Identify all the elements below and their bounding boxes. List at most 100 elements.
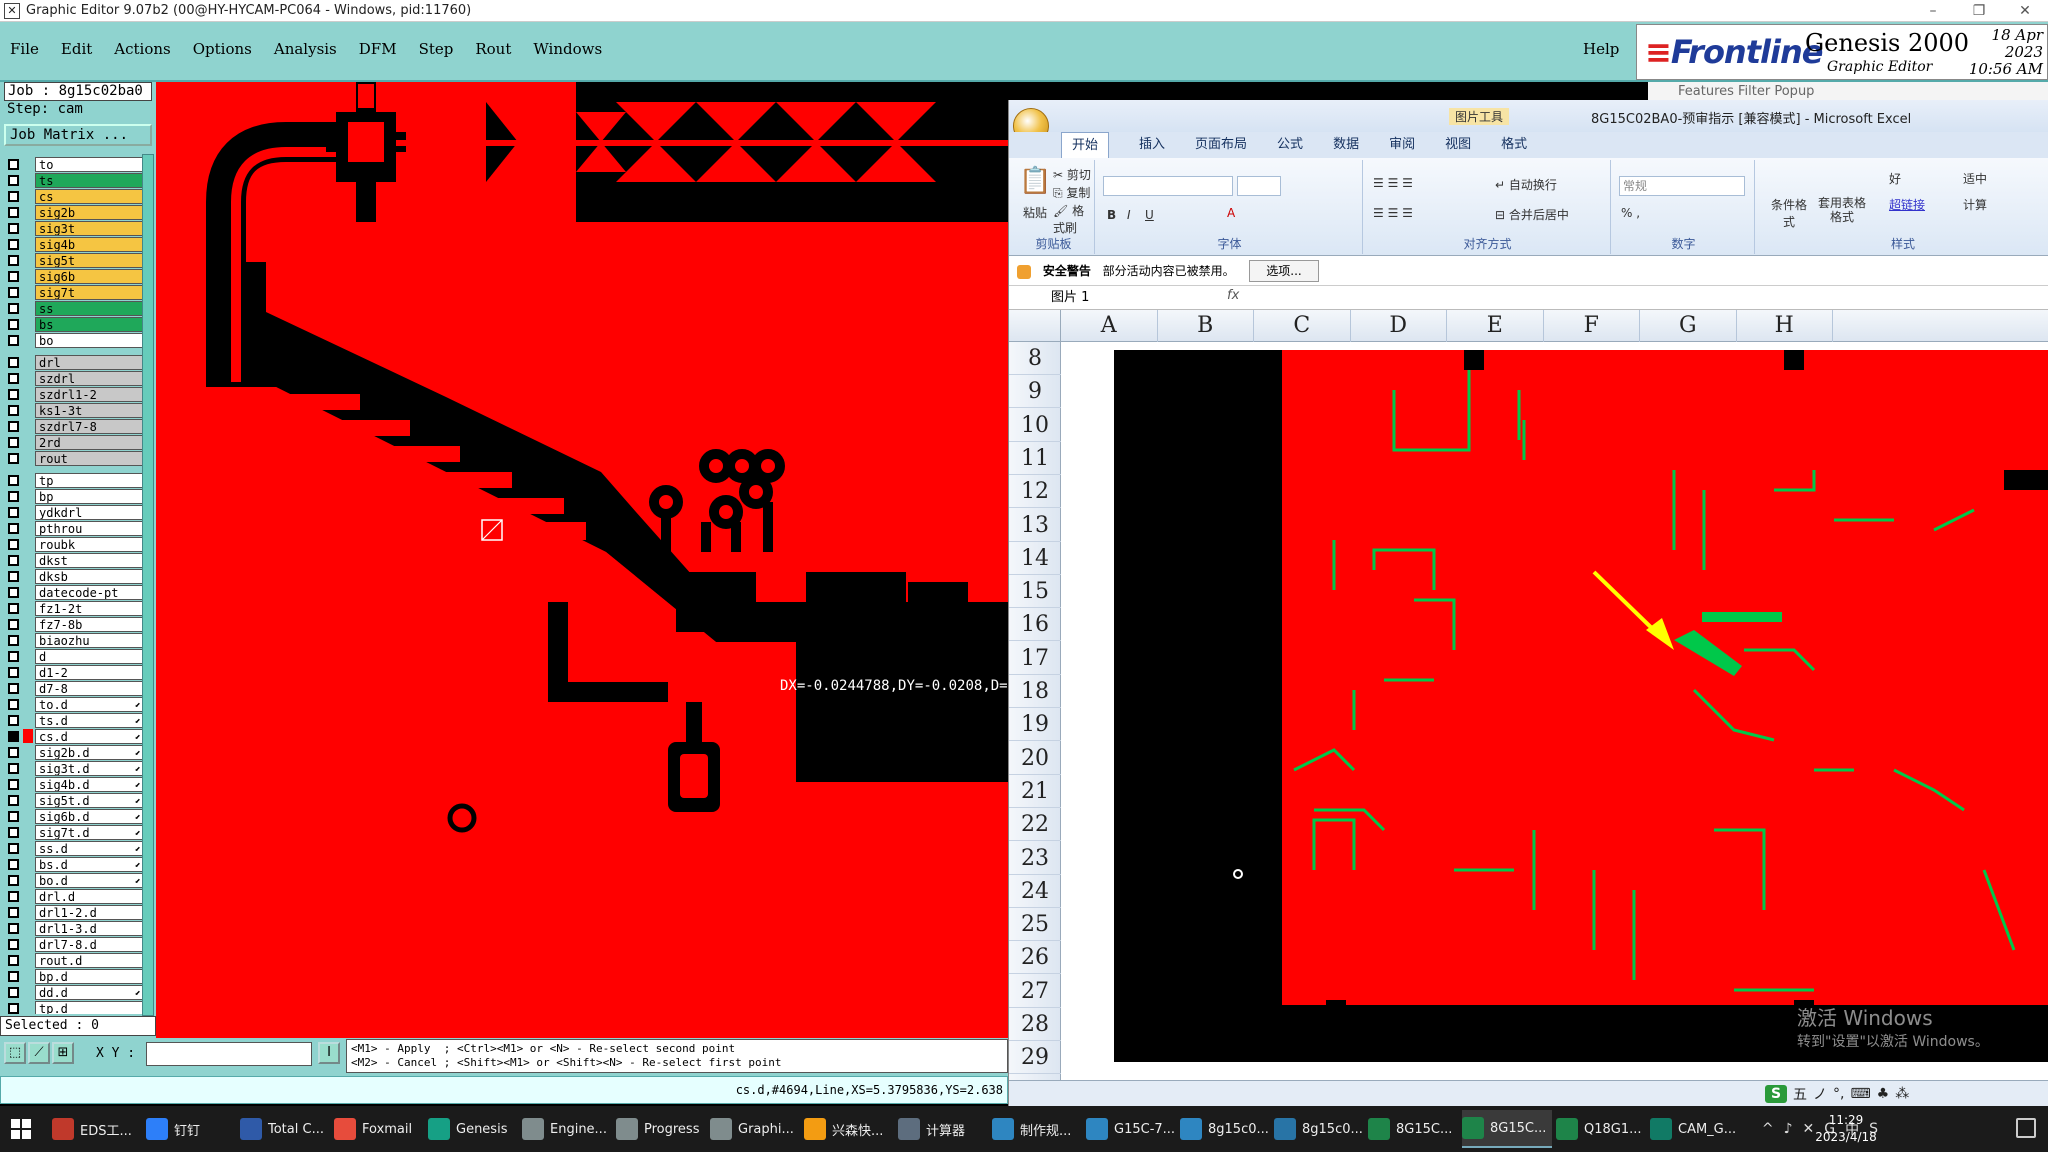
menu-help[interactable]: Help xyxy=(1583,40,1619,58)
fx-icon[interactable]: fx xyxy=(1227,288,1239,303)
style-neutral[interactable]: 适中 xyxy=(1963,170,1987,187)
layer-name[interactable]: sig4b.d ⬋ xyxy=(35,776,144,792)
layer-checkbox[interactable] xyxy=(8,238,19,250)
menu-item-dfm[interactable]: DFM xyxy=(359,40,397,58)
style-good[interactable]: 好 xyxy=(1889,170,1901,187)
layer-row[interactable]: ts.d ⬋ xyxy=(4,712,144,728)
layer-row[interactable]: drl1-2.d xyxy=(4,904,144,920)
layer-checkbox[interactable] xyxy=(8,890,19,902)
layer-row[interactable]: tp.d xyxy=(4,1000,144,1014)
bold-icon[interactable]: B xyxy=(1107,208,1116,222)
layer-name[interactable]: sig5t.d ⬋ xyxy=(35,792,144,808)
layer-checkbox[interactable] xyxy=(8,922,19,934)
layer-row[interactable]: bs.d ⬋ xyxy=(4,856,144,872)
layer-row[interactable]: sig5t xyxy=(4,252,144,268)
taskbar-app[interactable]: 兴森快... xyxy=(804,1110,894,1148)
layer-checkbox[interactable] xyxy=(8,158,19,170)
layer-row[interactable]: pthrou xyxy=(4,520,144,536)
ribbon-tab[interactable]: 开始 xyxy=(1061,132,1110,158)
layer-name[interactable]: d1-2 xyxy=(35,664,144,680)
menu-item-edit[interactable]: Edit xyxy=(61,40,92,58)
layer-name[interactable]: bo xyxy=(35,332,144,348)
layer-row[interactable]: dd.d ⬋ xyxy=(4,984,144,1000)
taskbar-clock[interactable]: 11:29 2023/4/18 xyxy=(1796,1112,1896,1146)
layer-name[interactable]: ydkdrl xyxy=(35,504,144,520)
copy-button[interactable]: ⎘ 复制 xyxy=(1053,184,1090,201)
layer-name[interactable]: ss xyxy=(35,300,144,316)
taskbar-app[interactable]: 钉钉 xyxy=(146,1110,236,1148)
layer-row[interactable]: 2rd xyxy=(4,434,144,450)
menu-item-analysis[interactable]: Analysis xyxy=(274,40,337,58)
layer-name[interactable]: tp.d xyxy=(35,1000,144,1014)
layer-checkbox[interactable] xyxy=(8,254,19,266)
column-header[interactable]: A xyxy=(1061,310,1158,342)
row-header[interactable]: 24 xyxy=(1009,875,1061,908)
grid-tool-icon[interactable]: ⊞ xyxy=(52,1042,74,1064)
paste-icon[interactable]: 📋 xyxy=(1019,166,1051,196)
row-header[interactable]: 17 xyxy=(1009,642,1061,675)
layer-row[interactable]: bp xyxy=(4,488,144,504)
layer-row[interactable]: fz7-8b xyxy=(4,616,144,632)
row-header[interactable]: 20 xyxy=(1009,742,1061,775)
taskbar-app[interactable]: Foxmail xyxy=(334,1110,424,1148)
layer-row[interactable]: sig5t.d ⬋ xyxy=(4,792,144,808)
layer-name[interactable]: bp xyxy=(35,488,144,504)
taskbar-app[interactable]: Q18G1... xyxy=(1556,1110,1646,1148)
layer-row[interactable]: szdrl xyxy=(4,370,144,386)
tray-icon[interactable]: ^ xyxy=(1762,1121,1774,1137)
layer-name[interactable]: dksb xyxy=(35,568,144,584)
layer-name[interactable]: bp.d xyxy=(35,968,144,984)
layer-name[interactable]: sig7t xyxy=(35,284,144,300)
row-header[interactable]: 23 xyxy=(1009,842,1061,875)
row-header[interactable]: 19 xyxy=(1009,708,1061,742)
layer-checkbox[interactable] xyxy=(8,666,19,678)
layer-row[interactable]: ts xyxy=(4,172,144,188)
column-header[interactable]: C xyxy=(1254,310,1351,342)
ime-button[interactable]: 五 xyxy=(1793,1084,1807,1104)
layer-row[interactable]: fz1-2t xyxy=(4,600,144,616)
column-header[interactable]: B xyxy=(1158,310,1254,342)
layer-name[interactable]: ss.d ⬋ xyxy=(35,840,144,856)
layer-checkbox[interactable] xyxy=(8,730,19,742)
menu-item-options[interactable]: Options xyxy=(193,40,252,58)
layer-checkbox[interactable] xyxy=(8,474,19,486)
layer-row[interactable]: sig6b.d ⬋ xyxy=(4,808,144,824)
layer-name[interactable]: szdrl xyxy=(35,370,144,386)
menu-item-step[interactable]: Step xyxy=(419,40,454,58)
layer-checkbox[interactable] xyxy=(8,762,19,774)
layer-name[interactable]: 2rd xyxy=(35,434,144,450)
layer-name[interactable]: to xyxy=(35,156,144,172)
column-header[interactable]: D xyxy=(1351,310,1447,342)
row-header[interactable]: 22 xyxy=(1009,808,1061,842)
layer-checkbox[interactable] xyxy=(8,490,19,502)
percent-icon[interactable]: % , xyxy=(1621,206,1640,220)
layer-row[interactable]: bo.d ⬋ xyxy=(4,872,144,888)
row-header[interactable]: 26 xyxy=(1009,941,1061,975)
layer-name[interactable]: drl1-2.d xyxy=(35,904,144,920)
style-calc[interactable]: 计算 xyxy=(1963,196,1987,213)
layer-checkbox[interactable] xyxy=(8,634,19,646)
align-top-icon[interactable]: ☰ ☰ ☰ xyxy=(1373,176,1413,190)
font-name-box[interactable] xyxy=(1103,176,1233,196)
layer-checkbox[interactable] xyxy=(8,698,19,710)
layer-row[interactable]: tp xyxy=(4,472,144,488)
conditional-format-button[interactable]: 条件格式 xyxy=(1767,196,1811,230)
close-icon[interactable]: ✕ xyxy=(2002,0,2048,22)
layer-row[interactable]: dkst xyxy=(4,552,144,568)
column-header[interactable]: H xyxy=(1737,310,1833,342)
options-button[interactable]: 选项... xyxy=(1249,260,1319,282)
layer-row[interactable]: biaozhu xyxy=(4,632,144,648)
format-painter-button[interactable]: 🖌 格式刷 xyxy=(1053,202,1094,236)
row-header[interactable]: 12 xyxy=(1009,475,1061,509)
layer-checkbox[interactable] xyxy=(8,570,19,582)
layer-checkbox[interactable] xyxy=(8,874,19,886)
layer-row[interactable]: ks1-3t xyxy=(4,402,144,418)
sogou-ime-icon[interactable]: S xyxy=(1765,1085,1787,1103)
layer-checkbox[interactable] xyxy=(8,372,19,384)
row-header[interactable]: 11 xyxy=(1009,442,1061,475)
column-header[interactable]: G xyxy=(1640,310,1737,342)
layer-name[interactable]: cs.d ⬋ xyxy=(35,728,144,744)
layer-row[interactable]: sig6b xyxy=(4,268,144,284)
layer-name[interactable]: fz7-8b xyxy=(35,616,144,632)
taskbar-app[interactable]: 8g15c0... xyxy=(1180,1110,1270,1148)
